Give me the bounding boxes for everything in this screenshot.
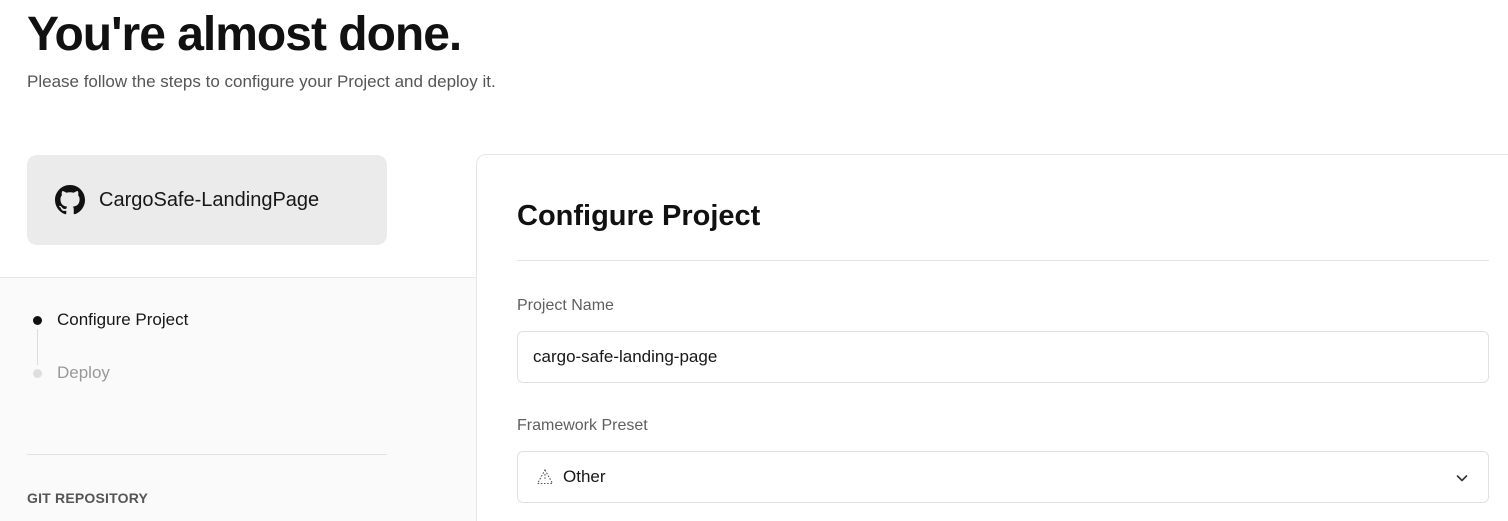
step-deploy: Deploy <box>27 360 387 386</box>
configure-project-card: Configure Project Project Name Framework… <box>476 154 1508 521</box>
configure-title: Configure Project <box>517 200 761 232</box>
triangle-preset-icon <box>536 468 554 486</box>
project-name-input[interactable] <box>533 347 1488 367</box>
git-repository-label: GIT REPOSITORY <box>27 490 149 506</box>
project-name-label: Project Name <box>517 297 614 314</box>
step-active-dot <box>33 316 42 325</box>
framework-preset-select[interactable]: Other <box>517 451 1489 503</box>
github-icon <box>55 185 85 215</box>
section-divider <box>27 454 387 455</box>
chevron-down-icon[interactable] <box>1454 470 1470 486</box>
step-configure-project: Configure Project <box>27 307 387 333</box>
page-subtitle: Please follow the steps to configure you… <box>27 72 496 91</box>
step-inactive-dot <box>33 369 42 378</box>
project-name-field[interactable] <box>517 331 1489 383</box>
framework-selected-value: Other <box>563 467 606 486</box>
repository-name: CargoSafe-LandingPage <box>99 188 320 211</box>
repository-card[interactable]: CargoSafe-LandingPage <box>27 155 387 245</box>
deploy-page: You're almost done. Please follow the st… <box>0 0 1508 521</box>
step-label: Deploy <box>57 363 110 382</box>
step-label: Configure Project <box>57 310 189 329</box>
configure-divider <box>517 260 1489 261</box>
page-title: You're almost done. <box>27 8 462 61</box>
framework-preset-label: Framework Preset <box>517 417 648 434</box>
step-list: Configure Project Deploy <box>27 307 387 386</box>
